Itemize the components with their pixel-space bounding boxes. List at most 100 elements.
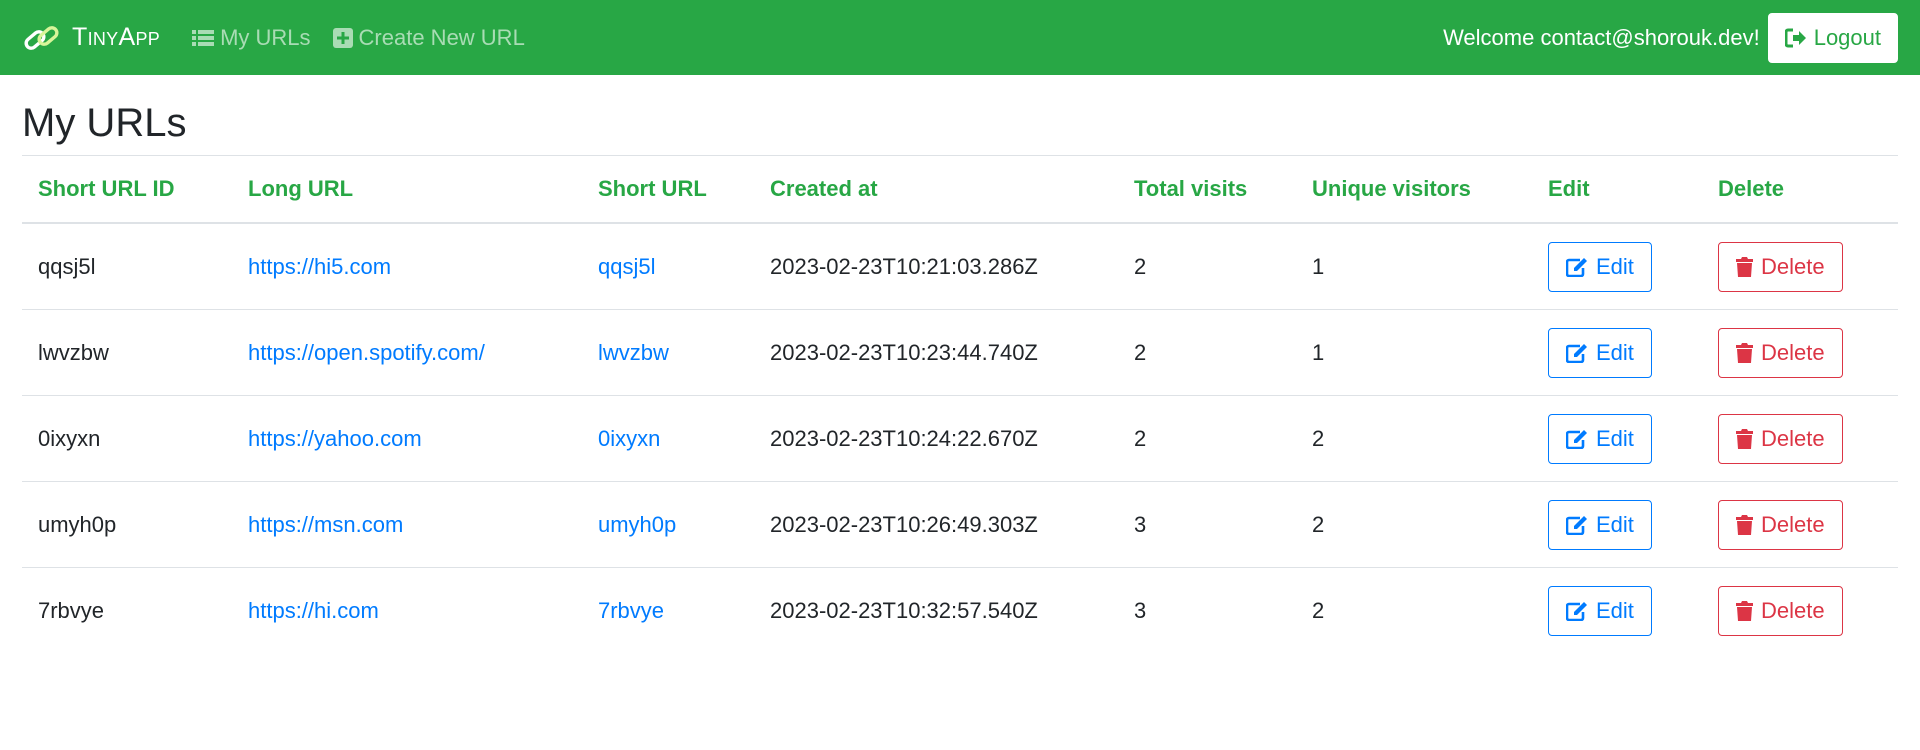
trash-icon: [1736, 514, 1753, 535]
header-short-url-id: Short URL ID: [22, 156, 232, 224]
cell-edit: Edit: [1532, 395, 1702, 482]
cell-delete: Delete: [1702, 309, 1898, 396]
cell-total-visits: 2: [1118, 395, 1296, 482]
header-long-url: Long URL: [232, 156, 582, 224]
cell-short-url: lwvzbw: [582, 309, 754, 396]
urls-table: Short URL ID Long URL Short URL Created …: [22, 156, 1898, 653]
cell-short-url-id: umyh0p: [22, 481, 232, 568]
cell-delete: Delete: [1702, 395, 1898, 482]
cell-short-url: 0ixyxn: [582, 395, 754, 482]
edit-button[interactable]: Edit: [1548, 585, 1652, 636]
cell-total-visits: 3: [1134, 597, 1147, 623]
edit-button[interactable]: Edit: [1548, 241, 1652, 292]
cell-delete: Delete: [1702, 223, 1898, 310]
list-icon: [192, 29, 215, 46]
plus-square-icon: [332, 27, 353, 48]
edit-button[interactable]: Edit: [1548, 413, 1652, 464]
cell-short-url-id: 7rbvye: [38, 597, 105, 623]
delete-label: Delete: [1761, 597, 1825, 623]
logout-label: Logout: [1813, 24, 1881, 50]
page-title: My URLs: [22, 75, 1898, 156]
long-url-link[interactable]: https://hi5.com: [248, 254, 391, 279]
delete-label: Delete: [1761, 425, 1825, 451]
edit-button[interactable]: Edit: [1548, 499, 1652, 550]
edit-label: Edit: [1596, 425, 1634, 451]
cell-short-url-id: qqsj5l: [22, 223, 232, 310]
cell-short-url-id: lwvzbw: [22, 309, 232, 396]
cell-created-at: 2023-02-23T10:32:57.540Z: [770, 597, 1038, 623]
long-url-link[interactable]: https://yahoo.com: [248, 426, 422, 451]
cell-long-url: https://open.spotify.com/: [232, 309, 582, 396]
cell-long-url: https://hi.com: [232, 568, 582, 654]
table-row: lwvzbw https://open.spotify.com/ lwvzbw …: [22, 309, 1898, 396]
delete-button[interactable]: Delete: [1718, 585, 1843, 636]
cell-total-visits: 2: [1118, 309, 1296, 396]
delete-label: Delete: [1761, 511, 1825, 537]
long-url-link[interactable]: https://hi.com: [248, 598, 379, 623]
delete-button[interactable]: Delete: [1718, 327, 1843, 378]
trash-icon: [1736, 256, 1753, 277]
short-url-link[interactable]: 0ixyxn: [598, 426, 660, 451]
short-url-link[interactable]: 7rbvye: [598, 598, 664, 623]
cell-short-url: umyh0p: [582, 481, 754, 568]
cell-edit: Edit: [1532, 481, 1702, 568]
edit-button[interactable]: Edit: [1548, 327, 1652, 378]
nav-my-urls-label: My URLs: [220, 24, 311, 50]
delete-button[interactable]: Delete: [1718, 241, 1843, 292]
cell-created-at: 2023-02-23T10:23:44.740Z: [754, 309, 1118, 396]
table-row: umyh0p https://msn.com umyh0p 2023-02-23…: [22, 481, 1898, 568]
long-url-link[interactable]: https://msn.com: [248, 512, 403, 537]
table-row: qqsj5l https://hi5.com qqsj5l 2023-02-23…: [22, 223, 1898, 310]
cell-total-visits: 3: [1118, 481, 1296, 568]
sign-out-icon: [1784, 28, 1806, 47]
nav-my-urls[interactable]: My URLs: [192, 24, 311, 51]
delete-button[interactable]: Delete: [1718, 499, 1843, 550]
nav-create-url[interactable]: Create New URL: [332, 24, 525, 51]
edit-label: Edit: [1596, 597, 1634, 623]
table-row: 7rbvye https://hi.com 7rbvye 2023-02-23T…: [22, 568, 1898, 654]
nav-create-url-label: Create New URL: [358, 24, 525, 50]
delete-label: Delete: [1761, 339, 1825, 365]
long-url-link[interactable]: https://open.spotify.com/: [248, 340, 485, 365]
cell-unique-visitors: 1: [1296, 223, 1532, 310]
welcome-text: Welcome contact@shorouk.dev!: [1443, 24, 1760, 50]
main-content: My URLs Short URL ID Long URL Short URL …: [0, 75, 1920, 653]
cell-unique-visitors: 2: [1296, 481, 1532, 568]
top-navbar: TinyApp My URLs Create New URL Welcome c…: [0, 0, 1920, 75]
cell-edit: Edit: [1532, 309, 1702, 396]
delete-button[interactable]: Delete: [1718, 413, 1843, 464]
cell-delete: Delete: [1702, 481, 1898, 568]
brand-name: TinyApp: [72, 23, 161, 51]
header-delete: Delete: [1702, 156, 1898, 224]
cell-long-url: https://hi5.com: [232, 223, 582, 310]
cell-delete: Delete: [1702, 568, 1898, 654]
delete-label: Delete: [1761, 253, 1825, 279]
header-unique-visitors: Unique visitors: [1296, 156, 1532, 224]
header-short-url: Short URL: [582, 156, 754, 224]
edit-label: Edit: [1596, 253, 1634, 279]
cell-created-at: 2023-02-23T10:24:22.670Z: [754, 395, 1118, 482]
cell-short-url: qqsj5l: [582, 223, 754, 310]
short-url-link[interactable]: qqsj5l: [598, 254, 655, 279]
edit-icon: [1566, 257, 1587, 277]
cell-edit: Edit: [1532, 223, 1702, 310]
cell-unique-visitors: 1: [1296, 309, 1532, 396]
brand-link[interactable]: TinyApp: [22, 23, 160, 53]
logout-button[interactable]: Logout: [1767, 12, 1898, 63]
short-url-link[interactable]: umyh0p: [598, 512, 676, 537]
cell-unique-visitors: 2: [1312, 597, 1325, 623]
cell-edit: Edit: [1532, 568, 1702, 654]
cell-total-visits: 2: [1118, 223, 1296, 310]
cell-unique-visitors: 2: [1296, 395, 1532, 482]
link-icon: [24, 25, 59, 50]
header-created-at: Created at: [754, 156, 1118, 224]
cell-created-at: 2023-02-23T10:26:49.303Z: [754, 481, 1118, 568]
short-url-link[interactable]: lwvzbw: [598, 340, 669, 365]
trash-icon: [1736, 342, 1753, 363]
table-header-row: Short URL ID Long URL Short URL Created …: [22, 156, 1898, 224]
edit-label: Edit: [1596, 339, 1634, 365]
cell-created-at: 2023-02-23T10:21:03.286Z: [754, 223, 1118, 310]
edit-icon: [1566, 601, 1587, 621]
table-row: 0ixyxn https://yahoo.com 0ixyxn 2023-02-…: [22, 395, 1898, 482]
edit-icon: [1566, 429, 1587, 449]
